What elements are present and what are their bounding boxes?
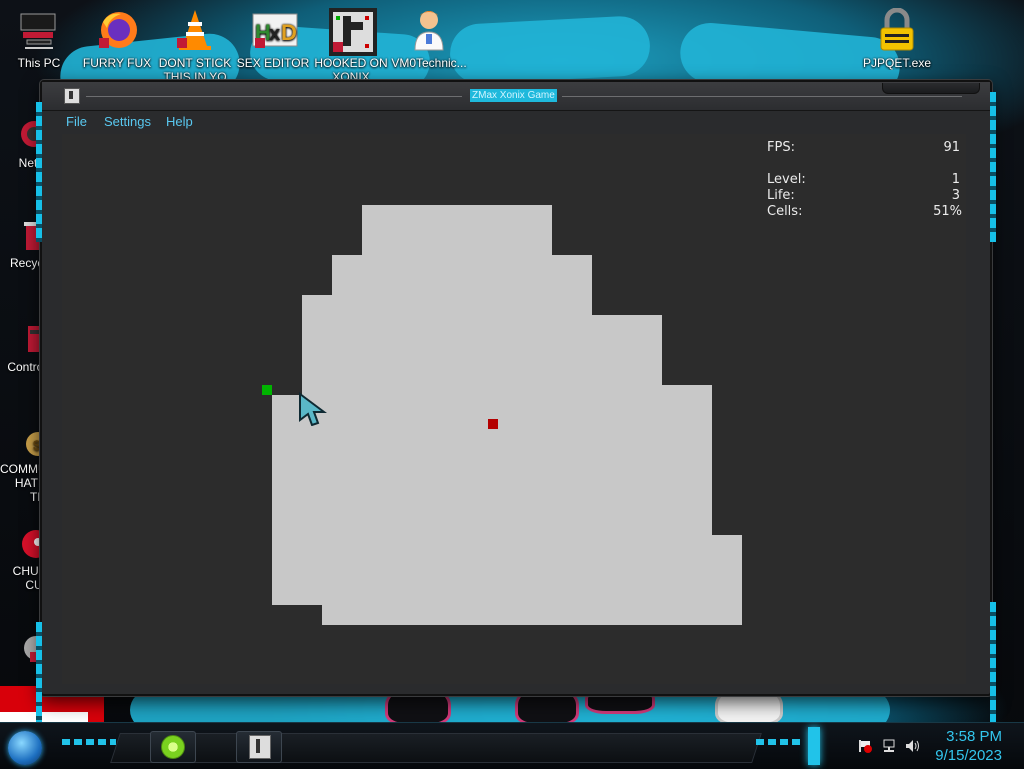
- desktop-icon-furry-fux[interactable]: FURRY FUX: [78, 8, 156, 70]
- flag-icon[interactable]: [858, 739, 872, 753]
- hud-life-label: Life:: [767, 188, 795, 203]
- desktop-icon-pjpqet[interactable]: PJPQET.exe: [858, 7, 936, 70]
- filled-region: [322, 605, 742, 625]
- desktop-icon-label-line2: XONIX: [332, 70, 370, 79]
- filled-region: [272, 395, 712, 535]
- hud-cells-value: 51%: [933, 204, 962, 219]
- clock-date[interactable]: 9/15/2023: [935, 747, 1002, 764]
- desktop-icon-this-pc[interactable]: This PC: [0, 8, 78, 70]
- desktop-icon-label: VM0Technic...: [391, 56, 467, 70]
- game-board[interactable]: FPS: 91 Level: 1 Life: 3 Cells: 51%: [62, 134, 966, 684]
- lime-app-icon: [161, 735, 185, 759]
- window-frame-accent: [36, 102, 42, 242]
- desktop-icon-label: FURRY FUX: [82, 56, 152, 70]
- xonix-taskbar-icon: [249, 735, 271, 759]
- taskbar-strip: [110, 733, 762, 763]
- xonix-icon: [329, 8, 377, 56]
- desktop-icon-label: DONT STICK: [158, 56, 232, 70]
- filled-region: [302, 385, 712, 395]
- volume-icon[interactable]: [905, 739, 919, 753]
- player-marker: [262, 385, 272, 395]
- xonix-game-window: ZMax Xonix Game File Settings Help FPS: …: [36, 80, 996, 742]
- taskbar-accent: [756, 739, 804, 745]
- desktop-icon-label: PJPQET.exe: [862, 56, 932, 70]
- menu-bar: File Settings Help: [62, 114, 966, 132]
- desktop-icon-sex-editor[interactable]: HxD SEX EDITOR: [234, 8, 312, 70]
- desktop-icon-label-line2: THIS IN YO: [163, 70, 227, 79]
- enemy-ball: [488, 419, 498, 429]
- filled-region: [302, 295, 592, 315]
- xonix-app-icon[interactable]: [64, 88, 80, 104]
- clock-time[interactable]: 3:58 PM: [946, 728, 1002, 745]
- window-titlebar[interactable]: ZMax Xonix Game: [42, 82, 990, 111]
- menu-file[interactable]: File: [66, 114, 87, 129]
- hud-fps-value: 91: [943, 140, 960, 155]
- svg-text:D: D: [281, 20, 297, 45]
- titlebar-divider: [562, 96, 962, 97]
- hxd-editor-icon: HxD: [251, 8, 298, 52]
- computer-icon: [17, 8, 61, 52]
- hud-level-value: 1: [951, 172, 960, 187]
- filled-region: [302, 315, 662, 385]
- menu-help[interactable]: Help: [166, 114, 193, 129]
- desktop-icon-label: SEX EDITOR: [236, 56, 310, 70]
- mouse-cursor-icon: [298, 392, 328, 427]
- desktop-icon-vm0technic[interactable]: VM0Technic...: [390, 8, 468, 70]
- hud-life-value: 3: [951, 188, 960, 203]
- hud-fps-label: FPS:: [767, 140, 795, 155]
- taskbar-app-lime[interactable]: [150, 731, 196, 763]
- taskbar-app-xonix[interactable]: [236, 731, 282, 763]
- taskbar: 3:58 PM 9/15/2023: [0, 722, 1024, 769]
- vlc-cone-icon: [173, 8, 217, 52]
- titlebar-divider: [86, 96, 462, 97]
- padlock-icon: [875, 7, 919, 52]
- filled-region: [272, 535, 742, 605]
- doctor-icon: [407, 8, 451, 52]
- show-desktop-bar[interactable]: [808, 727, 820, 765]
- hud-level-label: Level:: [767, 172, 806, 187]
- taskbar-accent: [62, 739, 116, 745]
- window-frame-accent: [990, 602, 996, 732]
- hud-cells-label: Cells:: [767, 204, 803, 219]
- firefox-icon: [95, 8, 139, 52]
- start-button[interactable]: [8, 731, 42, 765]
- window-frame-accent: [990, 92, 996, 242]
- menu-settings[interactable]: Settings: [104, 114, 151, 129]
- filled-region: [362, 205, 552, 255]
- window-title: ZMax Xonix Game: [470, 89, 557, 102]
- desktop-icon-label: This PC: [17, 56, 61, 70]
- filled-region: [332, 255, 592, 295]
- desktop-icon-hooked-on-xonix[interactable]: HOOKED ON XONIX: [312, 8, 390, 79]
- svg-text:x: x: [269, 23, 280, 45]
- wallpaper-graffiti: [448, 14, 652, 86]
- desktop-icon-dont-stick[interactable]: DONT STICK THIS IN YO: [156, 8, 234, 79]
- desktop-icon-label: HOOKED ON: [314, 56, 388, 70]
- window-control-buttons[interactable]: [882, 83, 980, 94]
- network-tray-icon[interactable]: [882, 739, 896, 753]
